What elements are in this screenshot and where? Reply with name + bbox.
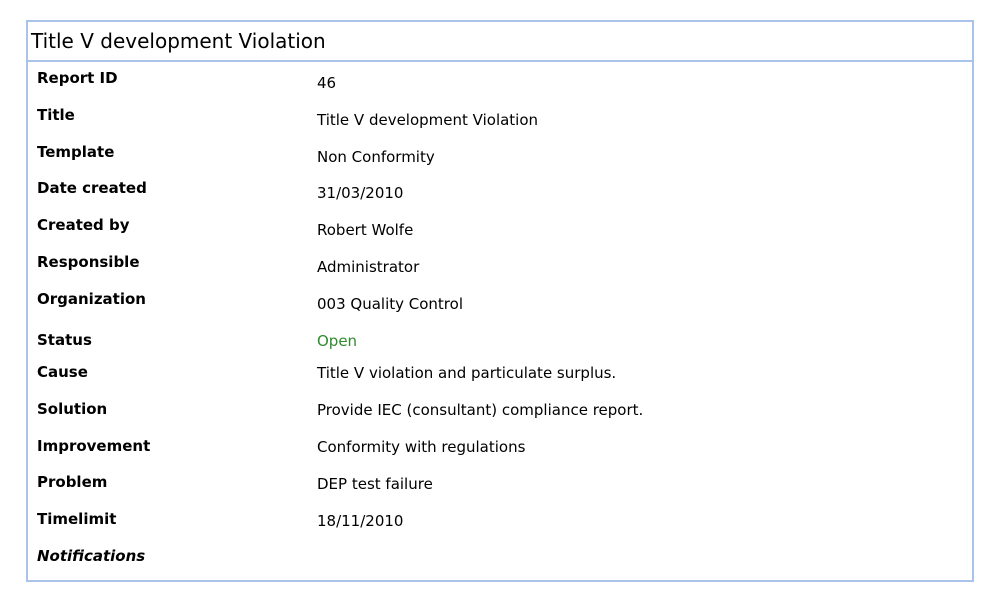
field-label-responsible: Responsible xyxy=(37,253,140,271)
field-row-report-id: Report ID 46 xyxy=(28,69,972,99)
field-row-responsible: Responsible Administrator xyxy=(28,253,972,283)
field-label-created-by: Created by xyxy=(37,216,130,234)
field-value-timelimit: 18/11/2010 xyxy=(317,512,404,530)
notifications-heading: Notifications xyxy=(37,547,146,565)
field-label-template: Template xyxy=(37,143,115,161)
field-row-cause: Cause Title V violation and particulate … xyxy=(28,363,972,393)
field-row-notifications: Notifications xyxy=(28,547,972,577)
field-row-improvement: Improvement Conformity with regulations xyxy=(28,437,972,467)
field-row-date-created: Date created 31/03/2010 xyxy=(28,179,972,209)
field-label-improvement: Improvement xyxy=(37,437,151,455)
field-row-template: Template Non Conformity xyxy=(28,143,972,173)
report-panel: Title V development Violation Report ID … xyxy=(26,20,974,582)
field-label-problem: Problem xyxy=(37,473,108,491)
field-value-report-id: 46 xyxy=(317,74,337,92)
field-value-created-by: Robert Wolfe xyxy=(317,221,414,239)
field-value-organization: 003 Quality Control xyxy=(317,295,463,313)
field-value-cause: Title V violation and particulate surplu… xyxy=(317,364,617,382)
field-value-template: Non Conformity xyxy=(317,148,435,166)
field-label-status: Status xyxy=(37,331,92,349)
panel-title: Title V development Violation xyxy=(28,22,972,62)
field-value-title: Title V development Violation xyxy=(317,111,539,129)
field-row-problem: Problem DEP test failure xyxy=(28,473,972,503)
field-label-report-id: Report ID xyxy=(37,69,118,87)
field-row-organization: Organization 003 Quality Control xyxy=(28,290,972,320)
field-label-timelimit: Timelimit xyxy=(37,510,117,528)
field-row-status: Status Open xyxy=(28,331,972,361)
field-label-solution: Solution xyxy=(37,400,108,418)
field-row-solution: Solution Provide IEC (consultant) compli… xyxy=(28,400,972,430)
field-value-problem: DEP test failure xyxy=(317,475,433,493)
field-value-date-created: 31/03/2010 xyxy=(317,184,404,202)
field-label-date-created: Date created xyxy=(37,179,147,197)
field-row-title: Title Title V development Violation xyxy=(28,106,972,136)
field-label-organization: Organization xyxy=(37,290,146,308)
status-badge: Open xyxy=(317,332,358,350)
field-row-timelimit: Timelimit 18/11/2010 xyxy=(28,510,972,540)
field-value-solution: Provide IEC (consultant) compliance repo… xyxy=(317,401,644,419)
field-value-responsible: Administrator xyxy=(317,258,420,276)
field-label-title: Title xyxy=(37,106,75,124)
field-row-created-by: Created by Robert Wolfe xyxy=(28,216,972,246)
field-value-improvement: Conformity with regulations xyxy=(317,438,526,456)
field-label-cause: Cause xyxy=(37,363,88,381)
